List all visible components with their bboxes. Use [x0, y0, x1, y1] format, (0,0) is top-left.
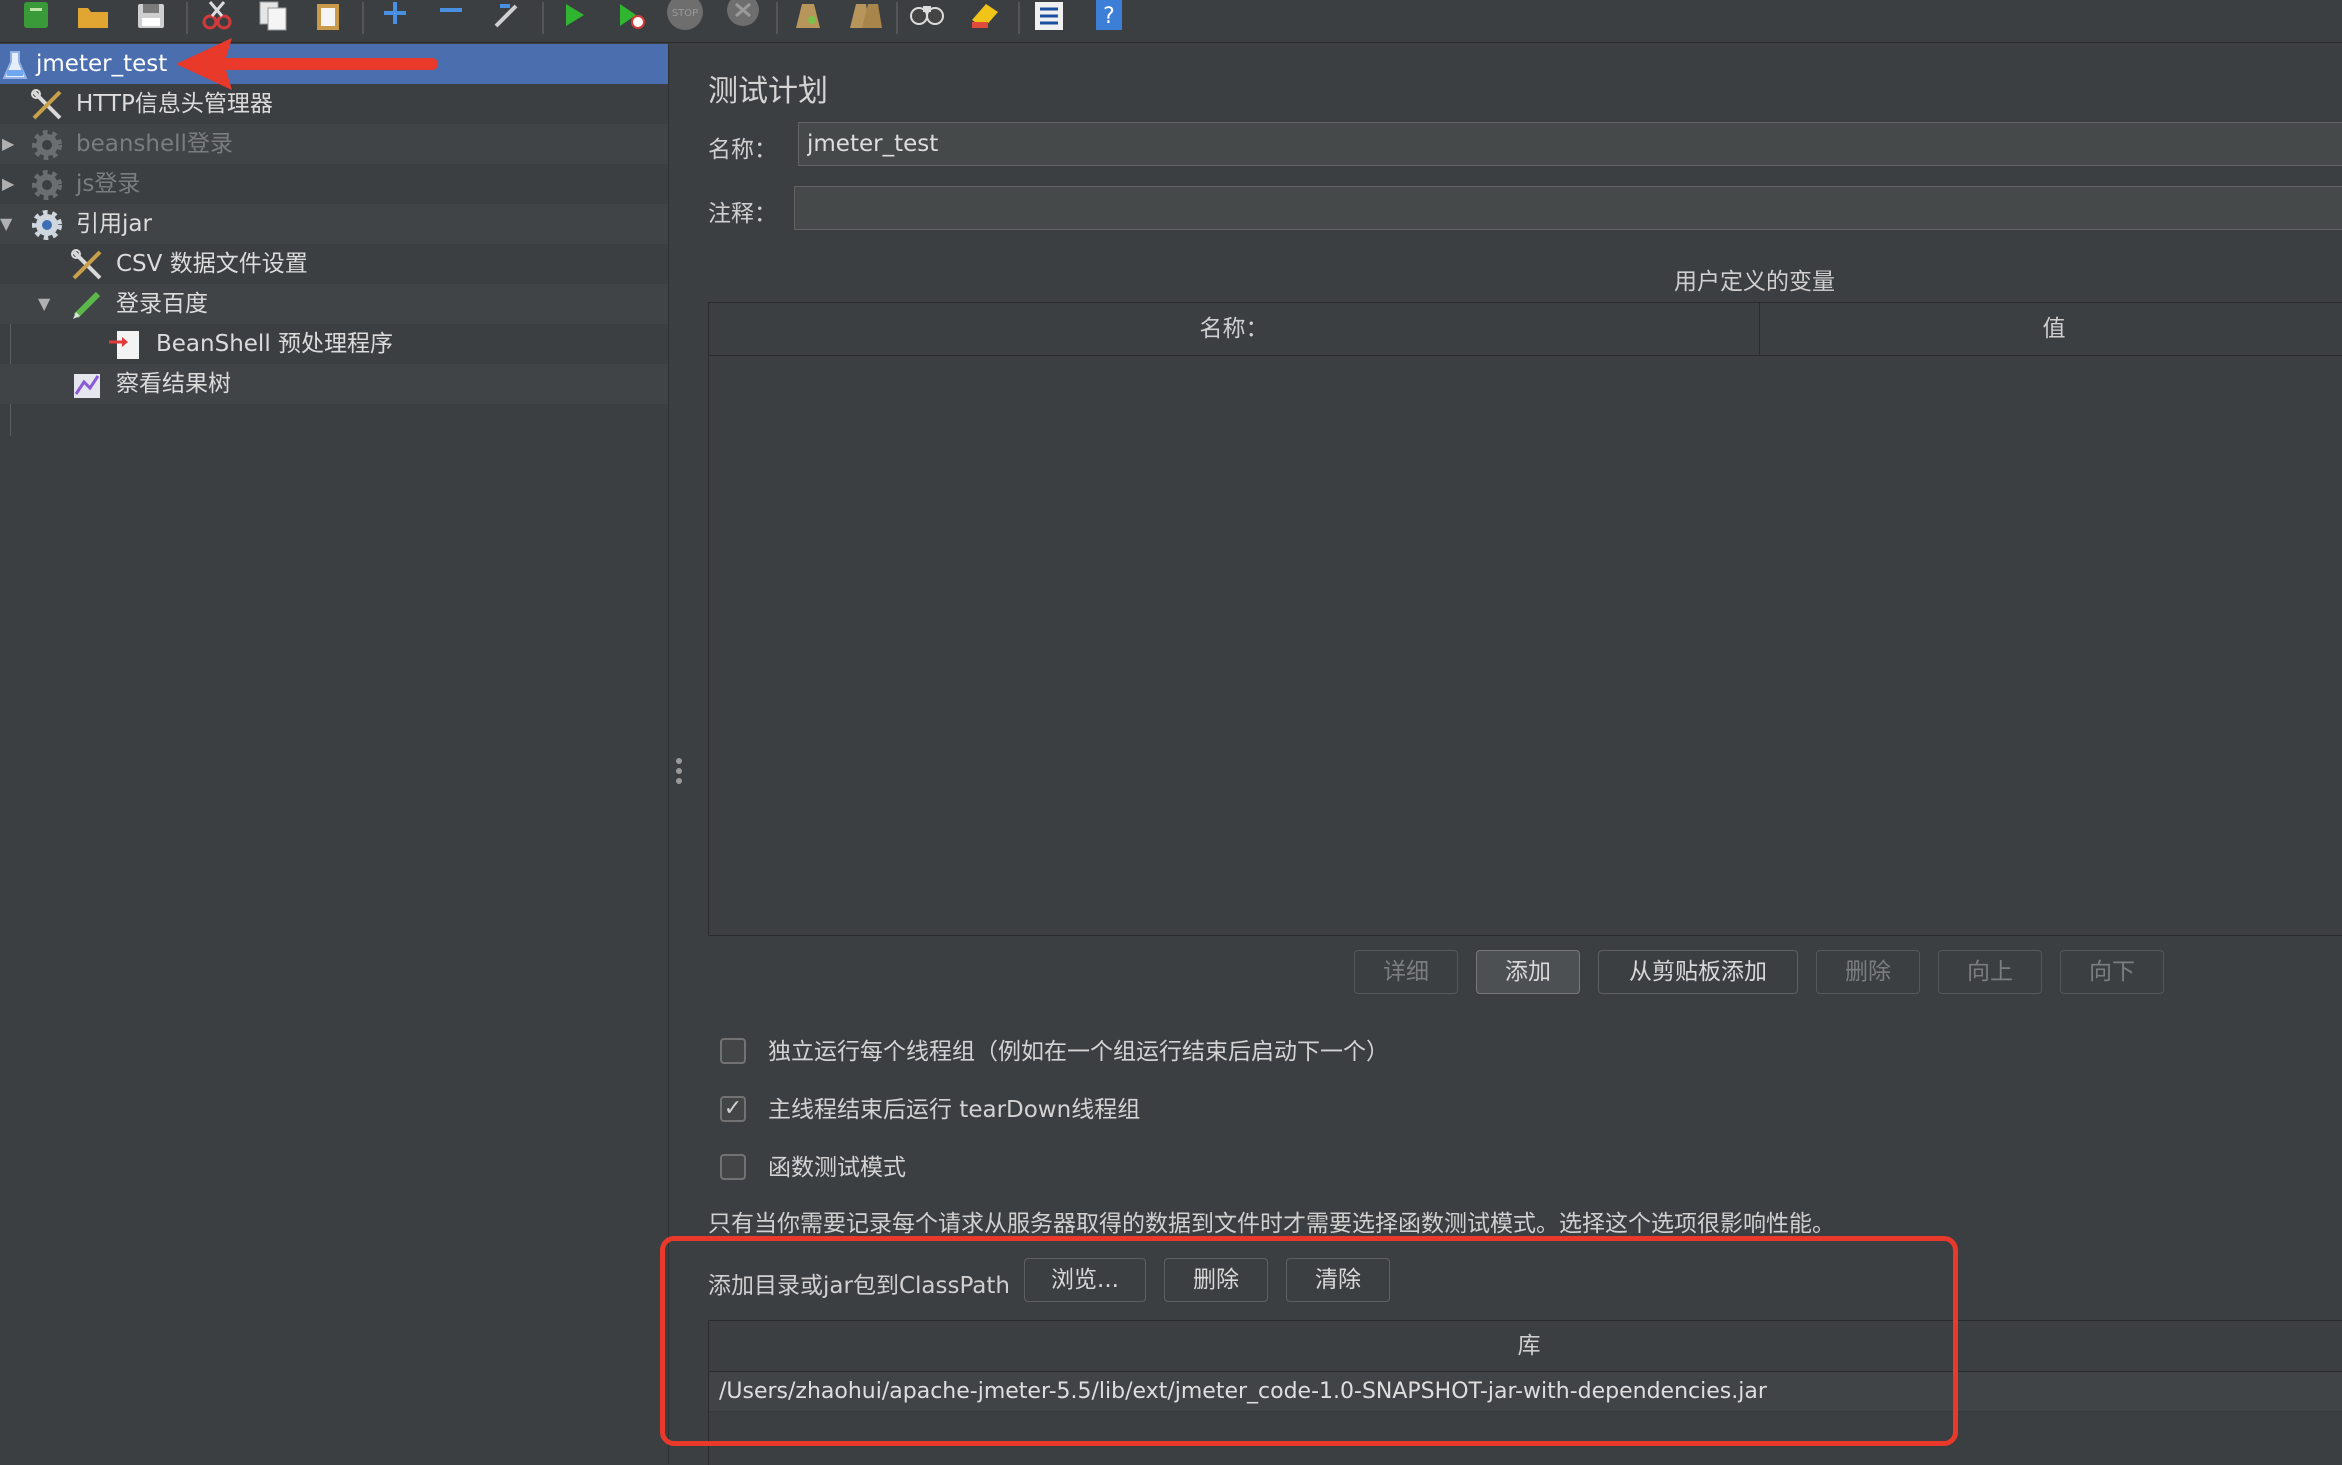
sampler-pen-icon — [73, 291, 101, 319]
tree-item-label: BeanShell 预处理程序 — [156, 331, 394, 357]
splitter-grip-dot[interactable] — [676, 768, 682, 774]
move-up-button[interactable]: 向上 — [1938, 950, 2042, 994]
tree-item-beanshell-preprocessor[interactable]: BeanShell 预处理程序 — [0, 324, 668, 364]
collapse-icon[interactable] — [432, 0, 470, 32]
paste-icon[interactable] — [310, 0, 348, 32]
user-defined-variables-title: 用户定义的变量 — [1674, 269, 1835, 295]
clear-all-icon[interactable] — [846, 0, 884, 32]
delete-button[interactable]: 删除 — [1816, 950, 1920, 994]
name-label: 名称： — [708, 137, 777, 163]
comment-input[interactable] — [794, 186, 2342, 230]
thread-group-gear-icon — [32, 130, 62, 160]
config-tools-icon — [31, 89, 62, 120]
stop-icon[interactable]: STOP — [666, 0, 704, 32]
splitter-grip-dot[interactable] — [676, 758, 682, 764]
checkbox-label: 独立运行每个线程组（例如在一个组运行结束后启动下一个） — [768, 1039, 1389, 1065]
tree-item-beanshell-login[interactable]: ▶ beanshell登录 — [0, 124, 668, 164]
shutdown-icon[interactable] — [724, 0, 762, 32]
tree-item-label: 察看结果树 — [116, 371, 231, 397]
cut-icon[interactable] — [198, 0, 236, 32]
preprocessor-icon — [109, 331, 139, 359]
add-from-clipboard-button[interactable]: 从剪贴板添加 — [1598, 950, 1798, 994]
tree-item-label: js登录 — [76, 171, 141, 197]
svg-text:?: ? — [1103, 4, 1115, 29]
checkbox-label: 函数测试模式 — [768, 1155, 906, 1181]
tree-item-label: CSV 数据文件设置 — [116, 251, 308, 277]
column-header-name[interactable]: 名称： — [709, 303, 1759, 356]
expand-icon[interactable] — [376, 0, 414, 32]
copy-icon[interactable] — [254, 0, 292, 32]
splitter-grip-dot[interactable] — [676, 778, 682, 784]
templates-icon[interactable] — [74, 0, 112, 32]
user-defined-variables-table[interactable]: 名称： 值 — [708, 302, 2342, 936]
test-plan-tree: jmeter_test HTTP信息头管理器 ▶ beanshell登录 ▶ j… — [0, 44, 669, 1464]
expand-arrow-icon[interactable]: ▶ — [2, 164, 14, 204]
save-icon[interactable] — [132, 0, 170, 32]
start-no-pauses-icon[interactable] — [612, 0, 650, 32]
checkbox-label: 主线程结束后运行 tearDown线程组 — [768, 1097, 1141, 1123]
help-icon[interactable]: ? — [1090, 0, 1128, 32]
functional-test-mode-checkbox[interactable] — [720, 1154, 746, 1180]
name-input[interactable] — [798, 122, 2342, 166]
collapse-arrow-icon[interactable]: ▼ — [38, 284, 50, 324]
tree-item-reference-jar[interactable]: ▼ 引用jar — [0, 204, 668, 244]
tree-item-label: jmeter_test — [36, 51, 168, 77]
new-icon[interactable] — [18, 0, 56, 32]
test-plan-icon — [2, 51, 28, 79]
thread-group-gear-icon — [32, 170, 62, 200]
details-button[interactable]: 详细 — [1354, 950, 1458, 994]
teardown-on-shutdown-checkbox[interactable]: ✓ — [720, 1096, 746, 1122]
clear-icon[interactable] — [788, 0, 826, 32]
annotation-highlight-box — [660, 1236, 1958, 1446]
search-icon[interactable] — [908, 0, 946, 32]
reset-search-icon[interactable] — [966, 0, 1004, 32]
comment-label: 注释： — [708, 201, 777, 227]
tree-item-js-login[interactable]: ▶ js登录 — [0, 164, 668, 204]
column-header-value[interactable]: 值 — [1759, 303, 2342, 356]
stop-icon-label: STOP — [672, 8, 698, 19]
add-button[interactable]: 添加 — [1476, 950, 1580, 994]
toggle-icon[interactable] — [488, 0, 526, 32]
page-title: 测试计划 — [708, 74, 828, 109]
tree-item-label: 引用jar — [76, 211, 152, 237]
config-tools-icon — [71, 249, 102, 280]
function-helper-icon[interactable] — [1030, 0, 1068, 32]
move-down-button[interactable]: 向下 — [2060, 950, 2164, 994]
expand-arrow-icon[interactable]: ▶ — [2, 124, 14, 164]
tree-item-label: 登录百度 — [116, 291, 208, 317]
serialize-thread-groups-checkbox[interactable] — [720, 1038, 746, 1064]
functional-mode-hint: 只有当你需要记录每个请求从服务器取得的数据到文件时才需要选择函数测试模式。选择这… — [708, 1211, 1835, 1237]
start-icon[interactable] — [556, 0, 594, 32]
tree-item-view-results-tree[interactable]: 察看结果树 — [0, 364, 668, 404]
tree-item-csv-data-set-config[interactable]: CSV 数据文件设置 — [0, 244, 668, 284]
tree-item-label: beanshell登录 — [76, 131, 233, 157]
listener-graph-icon — [74, 374, 100, 398]
thread-group-gear-icon — [32, 210, 62, 240]
collapse-arrow-icon[interactable]: ▼ — [0, 204, 12, 244]
tree-item-login-baidu[interactable]: ▼ 登录百度 — [0, 284, 668, 324]
annotation-arrow — [176, 38, 438, 90]
